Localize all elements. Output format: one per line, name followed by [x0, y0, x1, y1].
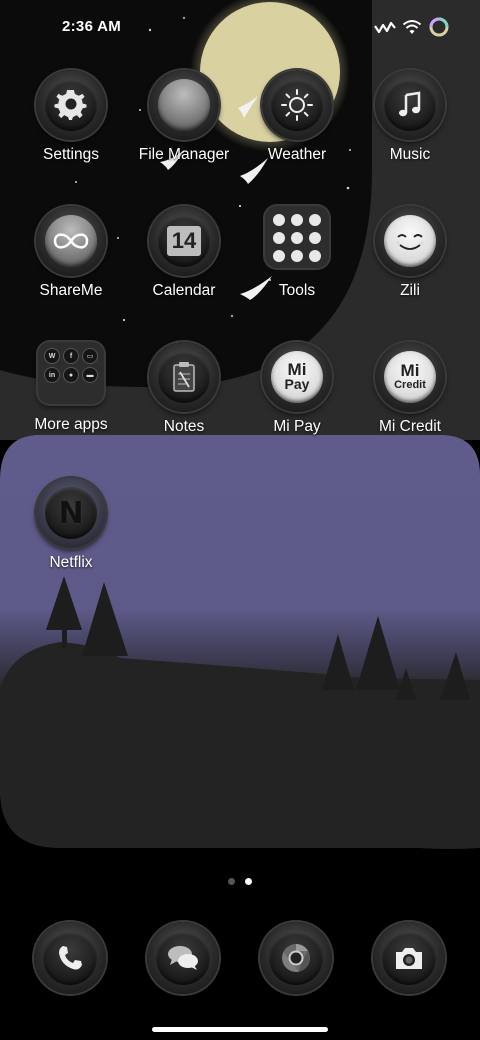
status-time: 2:36 AM	[62, 18, 122, 35]
app-label: Weather	[267, 146, 327, 163]
page-dot[interactable]	[228, 878, 235, 885]
app-calendar[interactable]: 14 Calendar	[128, 206, 240, 326]
app-label: Notes	[163, 418, 205, 435]
mi-pay-icon: Mi Pay	[271, 351, 323, 403]
app-mi-credit[interactable]: Mi Credit Mi Credit	[354, 342, 466, 462]
dock-browser[interactable]	[260, 922, 332, 994]
battery-ring-icon	[429, 17, 449, 37]
camera-icon	[396, 948, 422, 969]
app-netflix[interactable]: N Netflix	[15, 478, 127, 598]
apps-folder-icon: W f ▭ in ● ▬	[38, 342, 104, 404]
phone-icon	[59, 946, 82, 970]
page-indicator	[0, 878, 480, 885]
app-more-apps[interactable]: W f ▭ in ● ▬ More apps	[15, 342, 127, 462]
app-label: File Manager	[138, 146, 230, 163]
netflix-icon: N	[45, 487, 97, 539]
app-notes[interactable]: Notes	[128, 342, 240, 462]
app-label: Netflix	[49, 554, 93, 571]
app-label: Tools	[278, 282, 316, 299]
app-settings[interactable]: Settings	[15, 70, 127, 190]
app-label: Zili	[400, 282, 420, 299]
app-label: Music	[389, 146, 431, 163]
app-tools[interactable]: Tools	[241, 206, 353, 326]
status-icons	[374, 16, 450, 38]
home-indicator[interactable]	[152, 1027, 328, 1032]
app-label: Mi Pay	[273, 418, 321, 435]
app-mi-pay[interactable]: Mi Pay Mi Pay	[241, 342, 353, 462]
tools-folder-icon	[265, 206, 329, 268]
page-dot-active[interactable]	[245, 878, 252, 885]
dock-messages[interactable]	[147, 922, 219, 994]
signal-icon	[374, 21, 396, 34]
folder-sphere-icon	[158, 79, 210, 131]
infinity-icon	[53, 233, 89, 249]
gear-icon	[54, 89, 87, 121]
smiley-icon	[396, 234, 424, 250]
app-music[interactable]: Music	[354, 70, 466, 190]
chrome-icon	[282, 944, 310, 972]
app-shareme[interactable]: ShareMe	[15, 206, 127, 326]
app-file-manager[interactable]: File Manager	[128, 70, 240, 190]
app-label: ShareMe	[39, 282, 103, 299]
calendar-date: 14	[171, 228, 197, 253]
app-weather[interactable]: Weather	[241, 70, 353, 190]
wifi-icon	[402, 20, 422, 34]
dock-camera[interactable]	[373, 922, 445, 994]
mi-credit-icon: Mi Credit	[384, 351, 436, 403]
app-label: Calendar	[152, 282, 216, 299]
calendar-icon: 14	[167, 226, 201, 256]
notepad-icon	[173, 362, 195, 392]
music-note-icon	[399, 91, 421, 117]
app-label: Mi Credit	[378, 418, 441, 435]
app-label: Settings	[42, 146, 99, 163]
app-label: More apps	[34, 416, 108, 433]
sun-icon	[281, 89, 313, 121]
chat-bubbles-icon	[168, 946, 198, 970]
dock-phone[interactable]	[34, 922, 106, 994]
app-zili[interactable]: Zili	[354, 206, 466, 326]
